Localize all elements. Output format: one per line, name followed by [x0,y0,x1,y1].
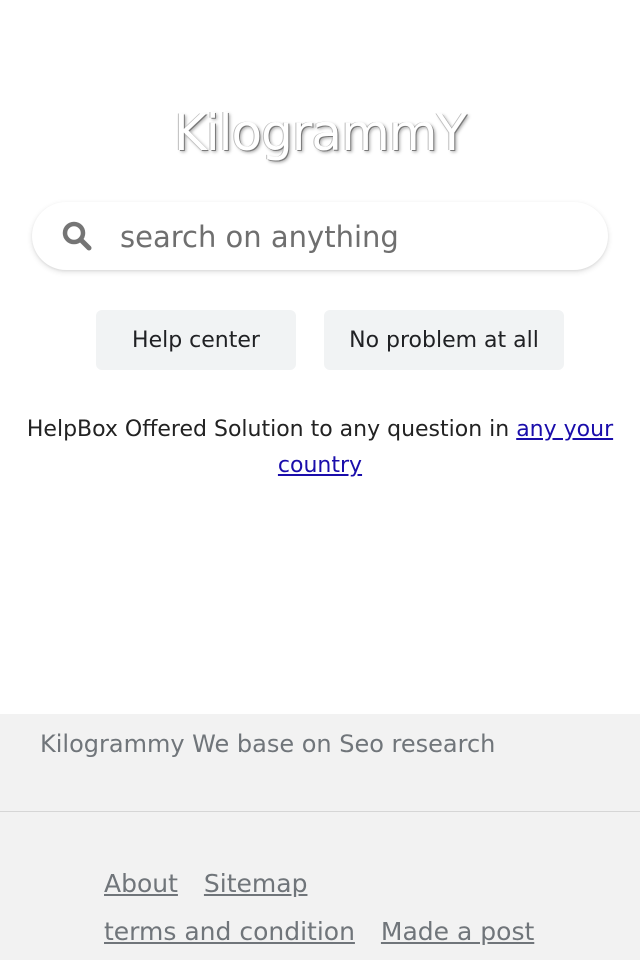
footer-description: Kilogrammy We base on Seo research [40,730,496,758]
footer-link-about[interactable]: About [104,869,178,898]
footer-top: Kilogrammy We base on Seo research [0,714,640,812]
site-logo: KilogrammY [173,104,467,162]
search-input[interactable] [118,210,592,264]
tagline: HelpBox Offered Solution to any question… [20,412,620,484]
search-icon[interactable] [60,219,94,253]
help-center-button[interactable]: Help center [96,310,296,370]
no-problem-button[interactable]: No problem at all [324,310,564,370]
footer-link-made-a-post[interactable]: Made a post [381,917,534,946]
tagline-text: HelpBox Offered Solution to any question… [26,417,517,442]
footer-links: About Sitemap terms and condition Made a p… [104,860,604,956]
page: KilogrammY Help center No problem at all… [0,0,640,960]
footer: Kilogrammy We base on Seo research About… [0,714,640,960]
footer-link-sitemap[interactable]: Sitemap [204,869,308,898]
footer-link-terms[interactable]: terms and condition [104,917,355,946]
